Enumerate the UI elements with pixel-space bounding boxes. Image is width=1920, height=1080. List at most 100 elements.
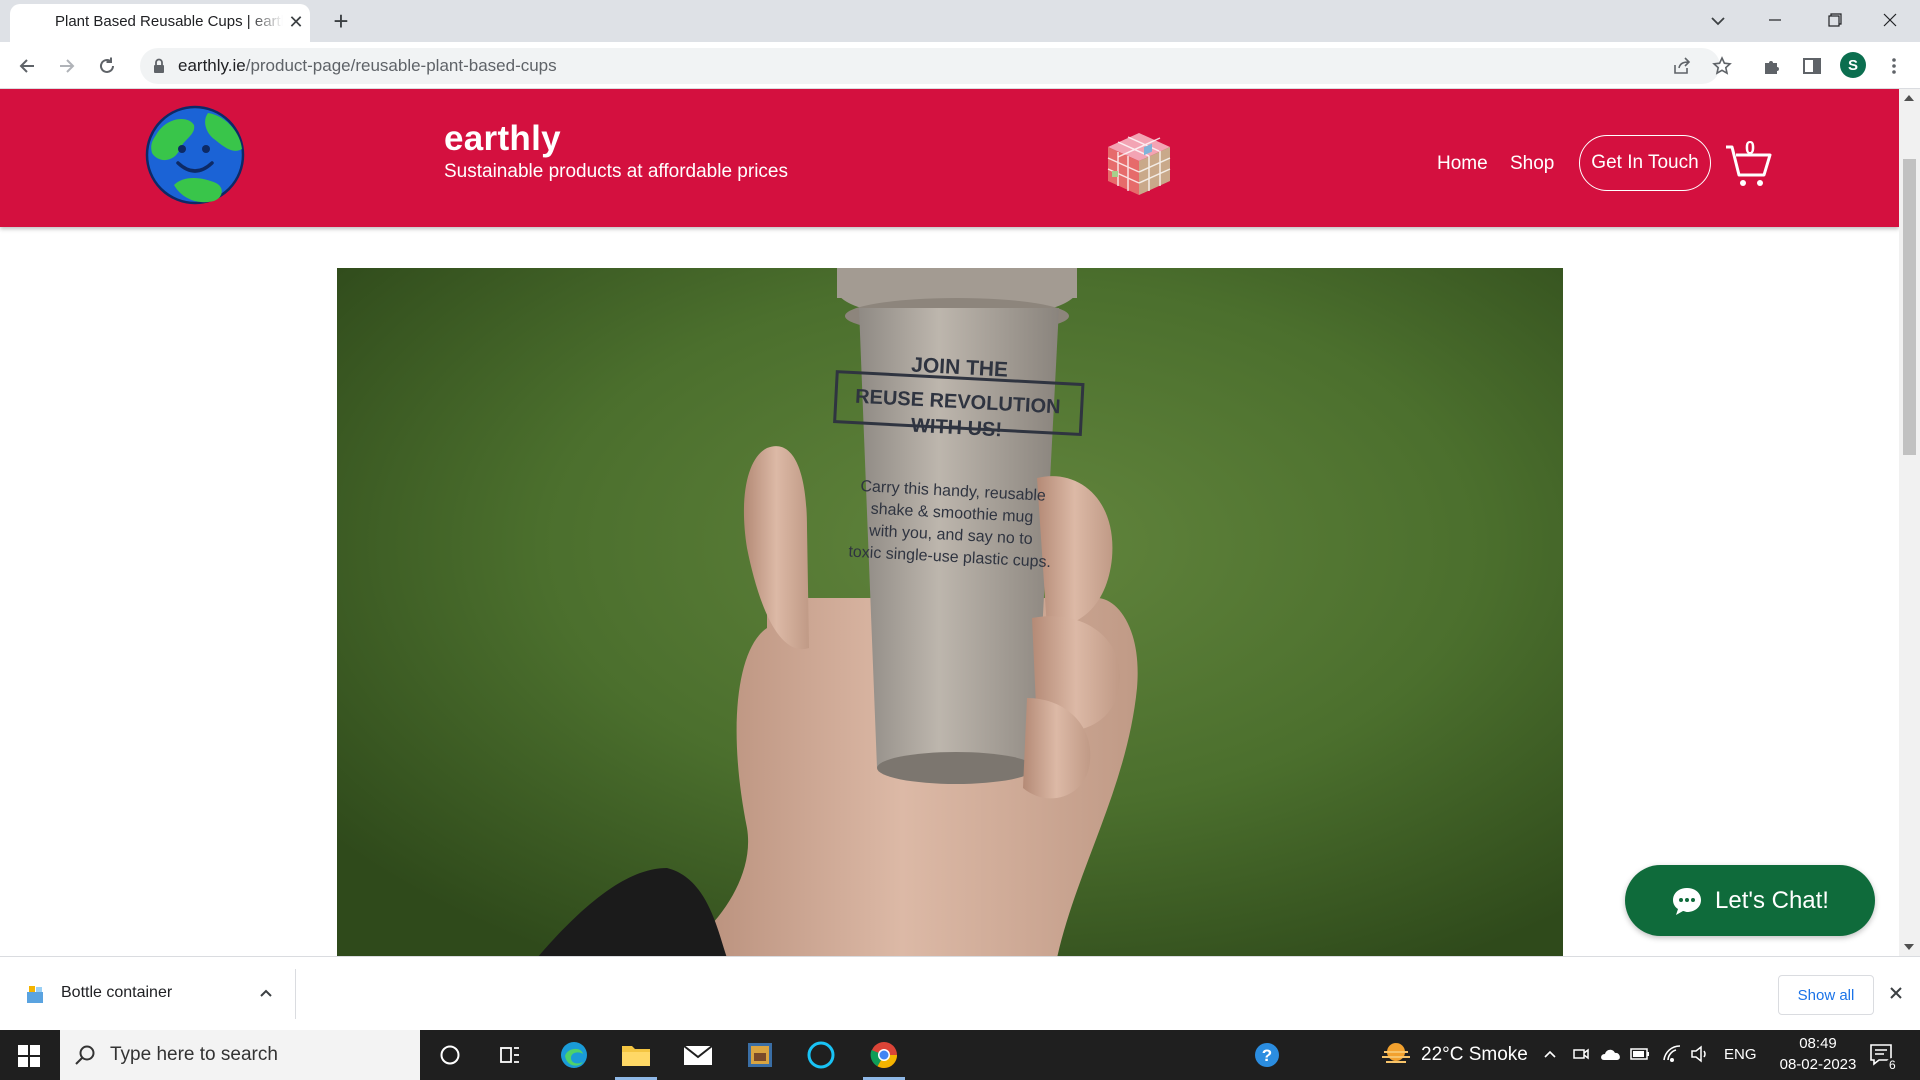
earth-smiley-logo[interactable]	[144, 105, 246, 205]
chrome-app[interactable]	[857, 1030, 911, 1080]
tab-search-button[interactable]	[1703, 6, 1733, 36]
clock-date[interactable]: 08-02-2023	[1766, 1056, 1870, 1073]
onedrive-icon[interactable]	[1600, 1045, 1622, 1063]
arrow-left-icon	[19, 59, 34, 73]
alexa-icon	[807, 1041, 835, 1069]
photos-app[interactable]	[733, 1030, 787, 1080]
tab-title: Plant Based Reusable Cups | earthly	[55, 13, 283, 30]
favicon-icon	[24, 15, 40, 31]
minimize-button[interactable]	[1745, 0, 1805, 40]
forward-button[interactable]	[51, 50, 83, 82]
file-explorer-app[interactable]	[609, 1030, 663, 1080]
alexa-app[interactable]	[794, 1030, 848, 1080]
product-image[interactable]: JOIN THE REUSE REVOLUTION WITH US! Carry…	[337, 268, 1563, 956]
chevron-up-icon[interactable]	[1543, 1048, 1557, 1060]
windows-taskbar: Type here to search ? 22°C Smoke ENG 08:…	[0, 1030, 1920, 1080]
close-icon	[1883, 13, 1897, 27]
battery-icon[interactable]	[1630, 1046, 1650, 1062]
weather-text[interactable]: 22°C Smoke	[1421, 1044, 1528, 1066]
scroll-down-icon[interactable]	[1904, 944, 1914, 950]
download-file-name[interactable]: Bottle container	[61, 984, 172, 1002]
tab-close-icon[interactable]: ✕	[286, 12, 306, 32]
search-icon	[75, 1045, 95, 1065]
task-view-icon	[500, 1047, 519, 1063]
chevron-down-icon	[1711, 17, 1725, 26]
get-in-touch-button[interactable]: Get In Touch	[1579, 135, 1711, 191]
side-panel-button[interactable]	[1796, 50, 1828, 82]
mail-icon	[683, 1045, 713, 1065]
chrome-icon	[870, 1042, 898, 1069]
chat-bubble-icon	[1673, 887, 1701, 915]
folder-icon	[622, 1046, 650, 1066]
wifi-icon[interactable]	[1662, 1044, 1682, 1064]
edge-app[interactable]	[547, 1030, 601, 1080]
reload-icon	[100, 57, 114, 73]
lock-icon	[154, 58, 164, 73]
nav-home[interactable]: Home	[1437, 153, 1488, 175]
help-icon: ?	[1255, 1043, 1279, 1067]
reload-button[interactable]	[91, 50, 123, 82]
extensions-button[interactable]	[1756, 50, 1788, 82]
browser-menu-button[interactable]	[1878, 50, 1910, 82]
search-placeholder: Type here to search	[110, 1044, 278, 1065]
page-viewport: earthly Sustainable products at affordab…	[0, 89, 1899, 956]
mail-app[interactable]	[671, 1030, 725, 1080]
language-indicator[interactable]: ENG	[1724, 1046, 1757, 1063]
share-icon	[1674, 57, 1691, 74]
address-bar[interactable]: earthly.ie/product-page/reusable-plant-b…	[140, 48, 1732, 84]
back-button[interactable]	[11, 50, 43, 82]
new-tab-button[interactable]: +	[325, 6, 357, 38]
browser-tab[interactable]: Plant Based Reusable Cups | earthly ✕	[10, 4, 310, 42]
url-host: earthly.ie	[178, 56, 246, 75]
close-icon[interactable]	[1886, 983, 1906, 1003]
brand-name[interactable]: earthly	[444, 119, 561, 159]
chat-button[interactable]: Let's Chat!	[1625, 865, 1875, 936]
nav-shop[interactable]: Shop	[1510, 153, 1554, 175]
site-header: earthly Sustainable products at affordab…	[0, 89, 1899, 227]
bookmark-button[interactable]	[1710, 54, 1734, 78]
minimize-icon	[1769, 19, 1781, 21]
download-shelf: Bottle container Show all	[0, 956, 1920, 1030]
show-all-downloads-button[interactable]: Show all	[1778, 975, 1874, 1015]
profile-avatar[interactable]: S	[1840, 52, 1866, 78]
svg-text:?: ?	[1262, 1046, 1272, 1065]
weather-haze-icon[interactable]	[1380, 1040, 1412, 1068]
kebab-menu-icon	[1892, 58, 1896, 74]
help-app[interactable]: ?	[1240, 1030, 1294, 1080]
restore-icon	[1828, 13, 1842, 27]
chat-label: Let's Chat!	[1715, 886, 1829, 914]
download-divider	[295, 969, 296, 1019]
share-button[interactable]	[1670, 54, 1694, 78]
star-icon	[1712, 56, 1732, 75]
meet-now-icon[interactable]	[1572, 1045, 1590, 1063]
notification-count: 6	[1886, 1058, 1899, 1072]
windows-start-icon[interactable]	[18, 1045, 40, 1067]
volume-icon[interactable]	[1690, 1044, 1710, 1064]
url-path: /product-page/reusable-plant-based-cups	[245, 56, 557, 75]
scroll-up-icon[interactable]	[1904, 95, 1914, 101]
taskbar-search[interactable]: Type here to search	[60, 1030, 420, 1080]
chevron-up-icon[interactable]	[256, 983, 276, 1003]
browser-tab-strip: Plant Based Reusable Cups | earthly ✕ +	[0, 0, 1920, 42]
clock-time[interactable]: 08:49	[1790, 1035, 1846, 1052]
side-panel-icon	[1803, 58, 1821, 74]
arrow-right-icon	[60, 59, 75, 73]
cart-count: 0	[1745, 138, 1756, 158]
brand-tagline: Sustainable products at affordable price…	[444, 161, 788, 182]
browser-toolbar: earthly.ie/product-page/reusable-plant-b…	[0, 42, 1920, 89]
restore-button[interactable]	[1805, 0, 1865, 40]
rubiks-cube-icon	[1107, 133, 1171, 195]
task-view-button[interactable]	[483, 1030, 537, 1080]
cortana-button[interactable]	[423, 1030, 477, 1080]
close-window-button[interactable]	[1860, 0, 1920, 40]
edge-browser-icon	[561, 1042, 587, 1068]
url-text: earthly.ie/product-page/reusable-plant-b…	[178, 56, 557, 76]
page-scrollbar[interactable]	[1899, 89, 1920, 956]
cart-button[interactable]: 0	[1724, 138, 1774, 187]
hand-holding-cup-image: JOIN THE REUSE REVOLUTION WITH US! Carry…	[337, 268, 1563, 956]
puzzle-icon	[1765, 61, 1779, 74]
cortana-icon	[440, 1045, 460, 1065]
download-file-icon	[27, 986, 43, 1003]
photos-icon	[748, 1043, 772, 1067]
scroll-thumb[interactable]	[1903, 159, 1916, 455]
